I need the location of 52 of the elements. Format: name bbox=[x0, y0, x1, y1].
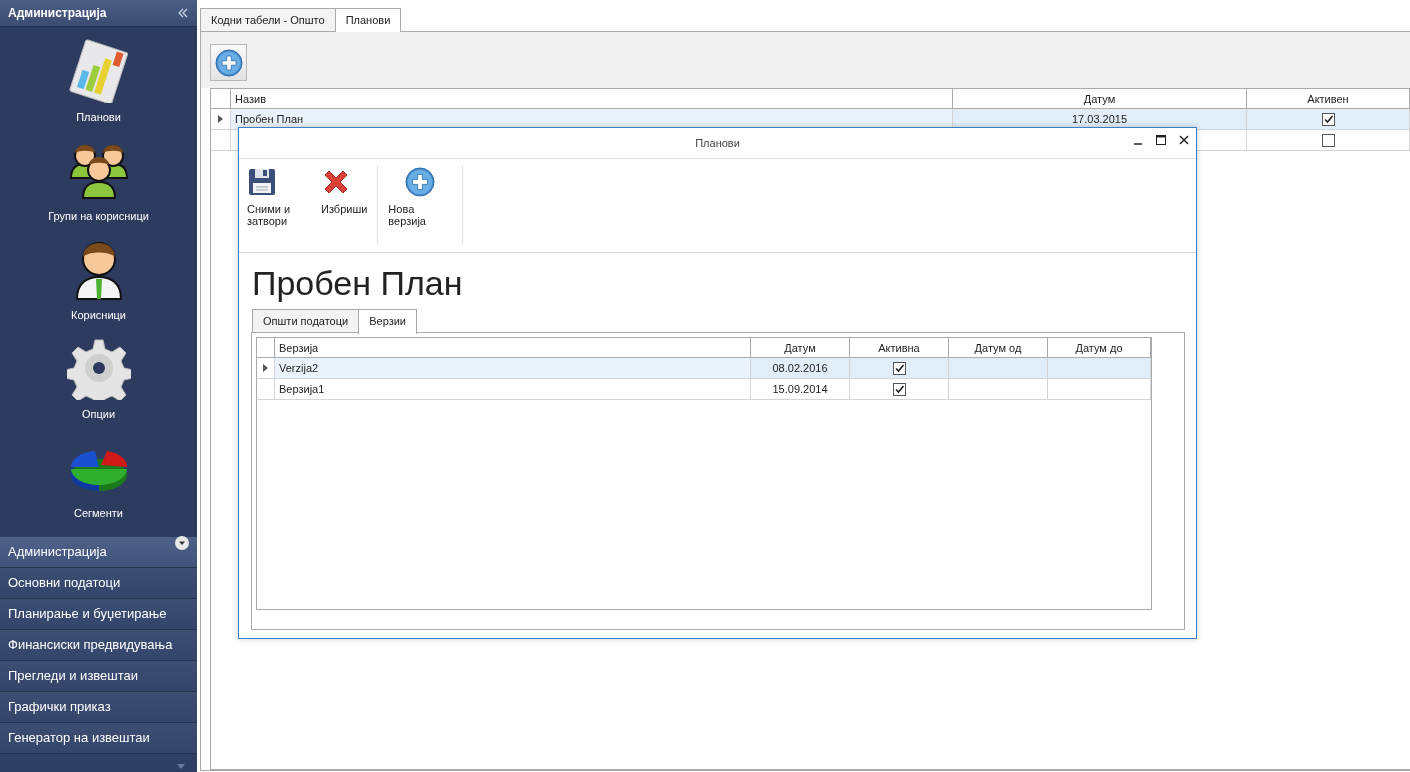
collapse-icon[interactable] bbox=[177, 7, 189, 19]
plus-icon bbox=[405, 167, 436, 197]
nav-item[interactable]: Сегменти bbox=[66, 435, 131, 534]
column-header[interactable]: Назив bbox=[231, 89, 953, 108]
column-header[interactable]: Активен bbox=[1247, 89, 1410, 108]
column-header[interactable]: Датум до bbox=[1048, 338, 1151, 357]
scroll-down-icon[interactable] bbox=[175, 536, 189, 550]
table-cell: 08.02.2016 bbox=[751, 358, 850, 378]
table-cell: 15.09.2014 bbox=[751, 379, 850, 399]
check-icon bbox=[893, 362, 905, 374]
column-header[interactable]: Верзија bbox=[275, 338, 751, 357]
checkbox[interactable] bbox=[892, 382, 906, 396]
maximize-icon[interactable] bbox=[1155, 134, 1167, 146]
nav-item[interactable]: Планови bbox=[66, 39, 131, 138]
tab[interactable]: Планови bbox=[334, 8, 402, 32]
record-title: Пробен План bbox=[252, 263, 464, 303]
check-icon bbox=[893, 383, 905, 395]
add-button[interactable]: Нова верзија bbox=[384, 165, 457, 245]
window-title: Планови bbox=[695, 137, 740, 149]
panel-title: Администрација bbox=[8, 6, 107, 20]
table-cell: Verzija2 bbox=[275, 358, 751, 378]
table-cell: 17.03.2015 bbox=[953, 109, 1247, 129]
table-cell: Пробен План bbox=[231, 109, 953, 129]
tab[interactable]: Кодни табели - Општо bbox=[200, 8, 336, 31]
nav-section[interactable]: Генератор на извештаи bbox=[0, 723, 197, 754]
close-icon[interactable] bbox=[1178, 134, 1190, 146]
checkbox[interactable] bbox=[892, 361, 906, 375]
nav-item[interactable]: Опции bbox=[66, 336, 131, 435]
table-cell: Верзија1 bbox=[275, 379, 751, 399]
nav-item[interactable]: Корисници bbox=[66, 237, 131, 336]
column-header[interactable]: Датум од bbox=[949, 338, 1048, 357]
tab[interactable]: Општи податоци bbox=[252, 309, 360, 332]
column-header[interactable]: Активна bbox=[850, 338, 949, 357]
gear-icon bbox=[66, 336, 131, 400]
nav-section[interactable]: Планирање и буџетирање bbox=[0, 599, 197, 630]
delete-button[interactable]: Избриши bbox=[317, 165, 372, 245]
caret-icon bbox=[177, 764, 185, 769]
column-header[interactable]: Датум bbox=[953, 89, 1247, 108]
checkbox[interactable] bbox=[1321, 133, 1335, 147]
plus-icon bbox=[214, 48, 243, 77]
nav-section[interactable]: Прегледи и извештаи bbox=[0, 661, 197, 692]
nav-section[interactable]: Графички приказ bbox=[0, 692, 197, 723]
check-icon bbox=[1322, 113, 1334, 125]
checkbox[interactable] bbox=[1321, 112, 1335, 126]
nav-section[interactable]: Основни податоци bbox=[0, 568, 197, 599]
nav-section[interactable]: Финансиски предвидувања bbox=[0, 630, 197, 661]
save-button[interactable]: Сними и затвори bbox=[243, 165, 315, 245]
tab[interactable]: Верзии bbox=[358, 309, 417, 334]
nav-item[interactable]: Групи на корисници bbox=[48, 138, 149, 237]
nav-section[interactable]: Администрација bbox=[0, 537, 197, 568]
column-header[interactable]: Датум bbox=[751, 338, 850, 357]
add-button[interactable] bbox=[210, 44, 247, 81]
